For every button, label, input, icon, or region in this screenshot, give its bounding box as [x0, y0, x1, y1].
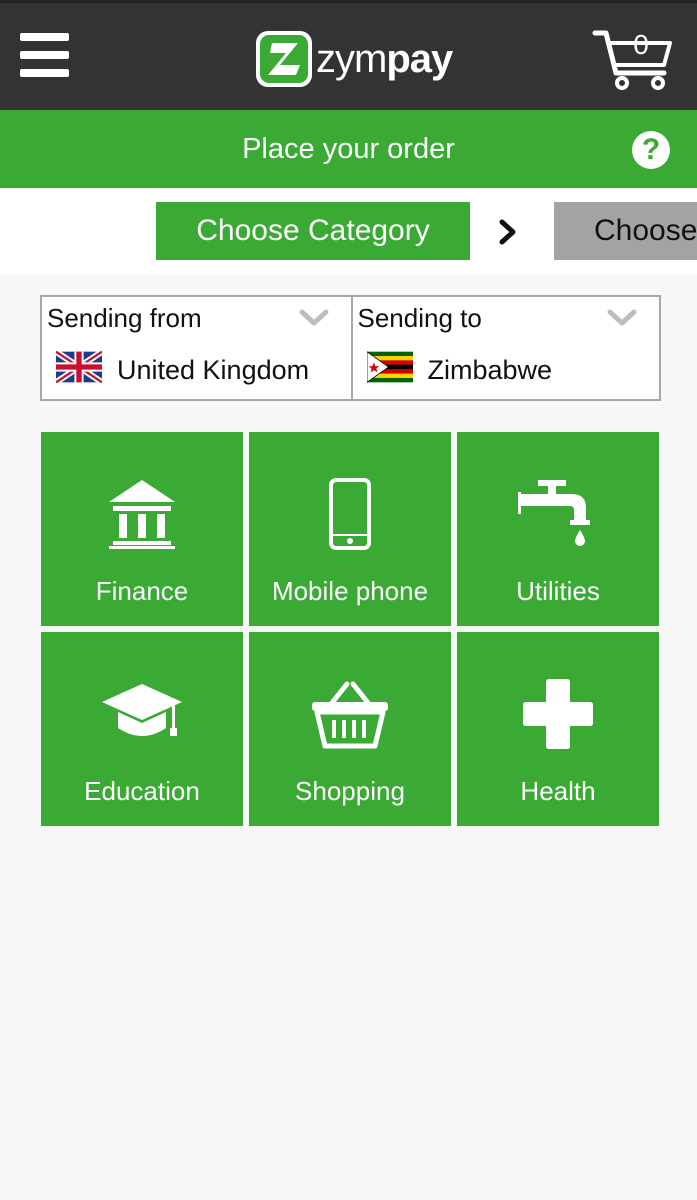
- menu-icon[interactable]: [20, 33, 70, 83]
- brand-name-right: pay: [386, 37, 453, 81]
- bank-icon: [109, 480, 175, 549]
- top-navigation-bar: zympay: [0, 0, 697, 110]
- category-label: Utilities: [516, 576, 600, 606]
- uk-flag-icon: [56, 351, 102, 383]
- step-choose-category[interactable]: Choose Category: [156, 202, 470, 260]
- page-title: Place your order: [242, 133, 455, 165]
- sending-to-select[interactable]: Sending to Zimbabwe: [350, 297, 660, 399]
- step-choose-next[interactable]: Choose: [554, 202, 697, 260]
- category-health[interactable]: Health: [457, 632, 659, 826]
- chevron-down-icon: [299, 309, 328, 326]
- brand-name-left: zym: [316, 37, 387, 81]
- category-label: Mobile phone: [271, 576, 429, 606]
- chevron-down-icon: [607, 309, 637, 326]
- category-utilities[interactable]: Utilities: [457, 432, 659, 626]
- title-bar: Place your order ?: [0, 110, 697, 188]
- help-button[interactable]: ?: [632, 131, 670, 169]
- chevron-right-icon: [499, 219, 516, 245]
- sending-to-country: Zimbabwe: [427, 355, 553, 385]
- zympay-logo[interactable]: zympay: [254, 27, 454, 91]
- country-selector: Sending from United Kingdom Sending to Z…: [40, 295, 661, 401]
- category-education[interactable]: Education: [41, 632, 243, 826]
- category-shopping[interactable]: Shopping: [249, 632, 451, 826]
- cart-count-badge: 0: [633, 29, 649, 60]
- logo-mark-icon: [256, 31, 312, 87]
- shopping-basket-icon: [312, 681, 388, 749]
- brand-name: zympay: [316, 37, 453, 81]
- question-icon: ?: [641, 133, 661, 166]
- water-tap-icon: [518, 480, 590, 546]
- sending-from-label: Sending from: [47, 303, 202, 333]
- category-label: Finance: [95, 576, 189, 606]
- medical-cross-icon: [523, 679, 593, 749]
- step-progress-bar: Choose Category Choose: [0, 188, 697, 274]
- category-label: Education: [84, 776, 200, 806]
- category-label: Shopping: [295, 776, 405, 806]
- zimbabwe-flag-icon: [366, 351, 413, 383]
- category-label: Health: [520, 776, 596, 806]
- graduation-cap-icon: [102, 684, 182, 736]
- category-mobile-phone[interactable]: Mobile phone: [249, 432, 451, 626]
- sending-to-label: Sending to: [357, 303, 482, 333]
- category-finance[interactable]: Finance: [41, 432, 243, 626]
- sending-from-select[interactable]: Sending from United Kingdom: [42, 297, 351, 399]
- category-grid: Finance Mobile phone Utilities Education: [41, 432, 661, 828]
- mobile-phone-icon: [329, 478, 371, 550]
- sending-from-country: United Kingdom: [117, 355, 310, 385]
